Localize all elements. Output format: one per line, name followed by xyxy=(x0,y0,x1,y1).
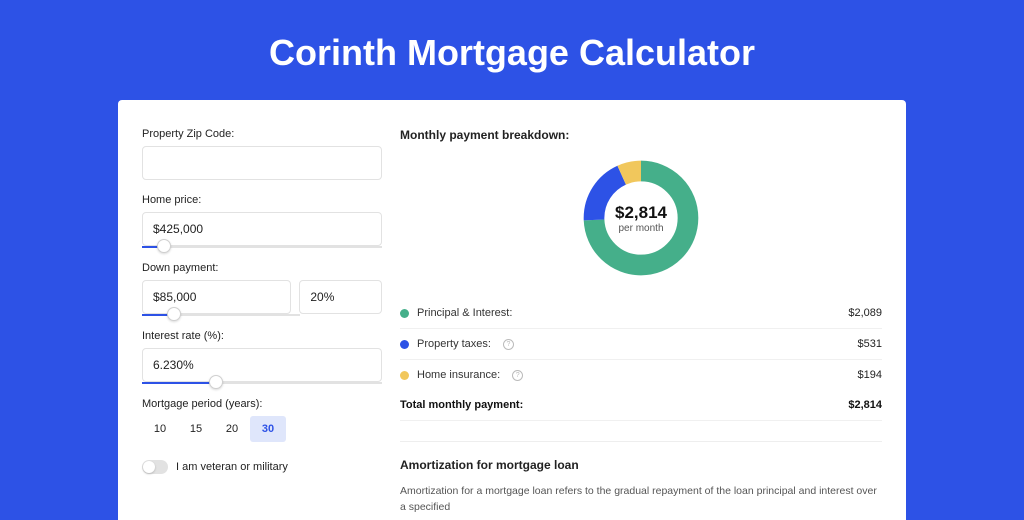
home-price-slider[interactable] xyxy=(142,246,382,248)
period-row: 10152030 xyxy=(142,416,382,442)
total-row: Total monthly payment: $2,814 xyxy=(400,390,882,421)
breakdown-column: Monthly payment breakdown: $2,814 per mo… xyxy=(400,128,882,520)
interest-label: Interest rate (%): xyxy=(142,330,382,342)
veteran-toggle[interactable] xyxy=(142,460,168,474)
legend-value: $2,089 xyxy=(848,307,882,319)
veteran-row: I am veteran or military xyxy=(142,460,382,474)
slider-thumb-icon[interactable] xyxy=(157,239,171,253)
legend-row: Property taxes:? $531 xyxy=(400,329,882,360)
zip-input[interactable] xyxy=(142,146,382,180)
total-label: Total monthly payment: xyxy=(400,399,523,411)
donut-center: $2,814 per month xyxy=(579,156,703,280)
period-field-group: Mortgage period (years): 10152030 xyxy=(142,398,382,442)
donut-chart-wrap: $2,814 per month xyxy=(400,156,882,280)
legend-dot-icon xyxy=(400,371,409,380)
zip-label: Property Zip Code: xyxy=(142,128,382,140)
slider-thumb-icon[interactable] xyxy=(167,307,181,321)
down-payment-field-group: Down payment: xyxy=(142,262,382,316)
donut-amount: $2,814 xyxy=(615,203,667,223)
veteran-label: I am veteran or military xyxy=(176,461,288,473)
down-payment-label: Down payment: xyxy=(142,262,382,274)
page-title: Corinth Mortgage Calculator xyxy=(0,0,1024,100)
info-icon[interactable]: ? xyxy=(512,370,523,381)
legend-row: Principal & Interest: $2,089 xyxy=(400,298,882,329)
period-btn-30[interactable]: 30 xyxy=(250,416,286,442)
total-value: $2,814 xyxy=(848,399,882,411)
legend-label: Principal & Interest: xyxy=(417,307,512,319)
info-icon[interactable]: ? xyxy=(503,339,514,350)
legend-value: $531 xyxy=(858,338,882,350)
legend: Principal & Interest: $2,089 Property taxe… xyxy=(400,298,882,390)
legend-value: $194 xyxy=(858,369,882,381)
donut-chart: $2,814 per month xyxy=(579,156,703,280)
amortization-title: Amortization for mortgage loan xyxy=(400,458,882,472)
interest-slider[interactable] xyxy=(142,382,382,384)
period-btn-10[interactable]: 10 xyxy=(142,416,178,442)
down-payment-slider[interactable] xyxy=(142,314,300,316)
toggle-knob-icon xyxy=(143,461,155,473)
legend-label: Property taxes: xyxy=(417,338,491,350)
amortization-section: Amortization for mortgage loan Amortizat… xyxy=(400,441,882,516)
interest-input[interactable] xyxy=(142,348,382,382)
period-btn-15[interactable]: 15 xyxy=(178,416,214,442)
home-price-field-group: Home price: xyxy=(142,194,382,248)
form-column: Property Zip Code: Home price: Down paym… xyxy=(142,128,382,520)
down-payment-pct-input[interactable] xyxy=(299,280,382,314)
home-price-input[interactable] xyxy=(142,212,382,246)
calculator-card: Property Zip Code: Home price: Down paym… xyxy=(118,100,906,520)
slider-thumb-icon[interactable] xyxy=(209,375,223,389)
down-payment-input[interactable] xyxy=(142,280,291,314)
legend-label: Home insurance: xyxy=(417,369,500,381)
breakdown-title: Monthly payment breakdown: xyxy=(400,128,882,142)
interest-field-group: Interest rate (%): xyxy=(142,330,382,384)
period-btn-20[interactable]: 20 xyxy=(214,416,250,442)
period-label: Mortgage period (years): xyxy=(142,398,382,410)
zip-field-group: Property Zip Code: xyxy=(142,128,382,180)
amortization-text: Amortization for a mortgage loan refers … xyxy=(400,484,882,516)
legend-dot-icon xyxy=(400,340,409,349)
legend-dot-icon xyxy=(400,309,409,318)
home-price-label: Home price: xyxy=(142,194,382,206)
legend-row: Home insurance:? $194 xyxy=(400,360,882,390)
donut-sub: per month xyxy=(618,223,663,234)
